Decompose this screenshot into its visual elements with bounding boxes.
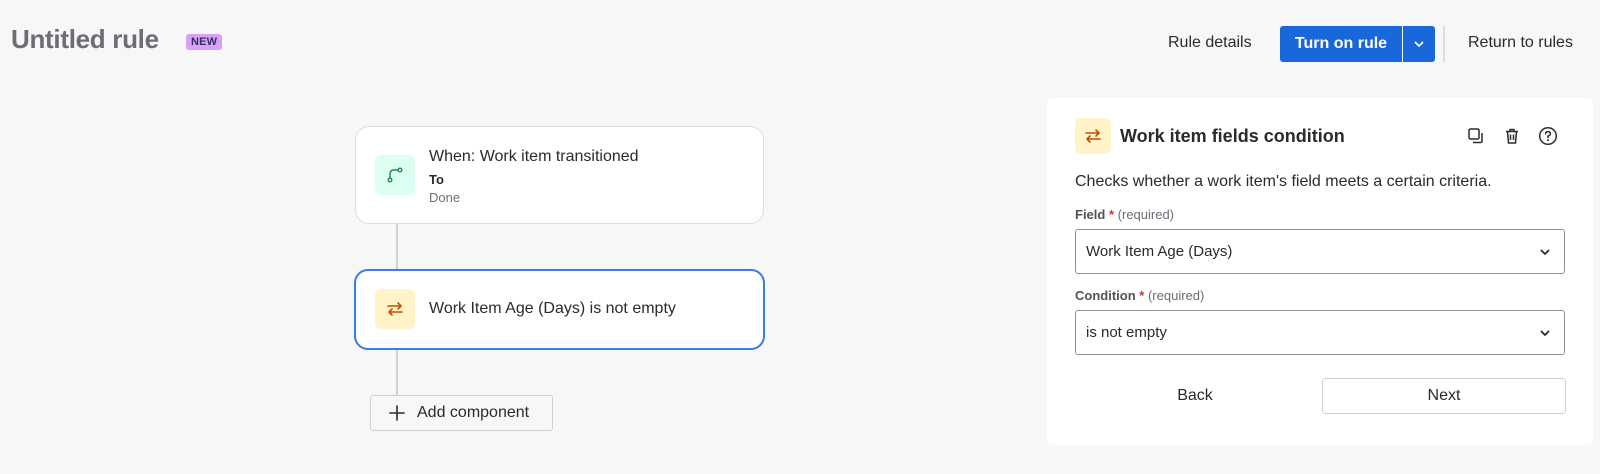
new-badge: NEW xyxy=(186,34,223,50)
field-select-value: Work Item Age (Days) xyxy=(1086,243,1233,260)
swap-arrows-icon xyxy=(1085,129,1101,143)
condition-select[interactable]: is not empty xyxy=(1075,310,1565,355)
duplicate-icon[interactable] xyxy=(1465,125,1487,147)
flow-connector xyxy=(396,350,398,396)
condition-title: Work Item Age (Days) is not empty xyxy=(429,300,676,317)
chevron-down-icon xyxy=(1540,330,1550,336)
condition-icon xyxy=(375,289,415,329)
panel-title: Work item fields condition xyxy=(1120,126,1345,146)
trash-icon[interactable] xyxy=(1501,125,1523,147)
chevron-down-icon xyxy=(1414,41,1424,47)
condition-select-value: is not empty xyxy=(1086,324,1167,341)
condition-label: Condition * (required) xyxy=(1075,288,1205,303)
field-label: Field * (required) xyxy=(1075,207,1175,222)
branch-icon xyxy=(387,167,403,183)
plus-icon xyxy=(389,405,405,421)
header-divider xyxy=(1443,26,1445,62)
trigger-sub-value: Done xyxy=(429,190,461,205)
help-icon[interactable] xyxy=(1537,125,1559,147)
trigger-card[interactable]: When: Work item transitioned To Done xyxy=(355,126,764,224)
trigger-sub-label: To xyxy=(429,172,444,187)
trigger-icon xyxy=(375,155,415,195)
add-component-button[interactable]: Add component xyxy=(370,395,553,431)
turn-on-rule-button[interactable]: Turn on rule xyxy=(1280,26,1402,62)
back-button[interactable]: Back xyxy=(1075,378,1315,414)
return-to-rules-link[interactable]: Return to rules xyxy=(1468,34,1573,52)
next-button[interactable]: Next xyxy=(1322,378,1566,414)
panel-condition-icon xyxy=(1075,118,1111,154)
page-title: Untitled rule xyxy=(11,24,159,54)
chevron-down-icon xyxy=(1540,249,1550,255)
panel-description: Checks whether a work item's field meets… xyxy=(1075,173,1492,190)
field-select[interactable]: Work Item Age (Days) xyxy=(1075,229,1565,274)
turn-on-dropdown-button[interactable] xyxy=(1403,26,1435,62)
add-component-label: Add component xyxy=(417,404,530,421)
swap-arrows-icon xyxy=(387,302,403,316)
flow-connector xyxy=(396,223,398,270)
condition-card[interactable]: Work Item Age (Days) is not empty xyxy=(354,269,765,350)
rule-details-link[interactable]: Rule details xyxy=(1168,34,1252,52)
condition-config-panel: Work item fields condition Checks whethe… xyxy=(1047,98,1593,445)
trigger-title: When: Work item transitioned xyxy=(429,148,639,165)
